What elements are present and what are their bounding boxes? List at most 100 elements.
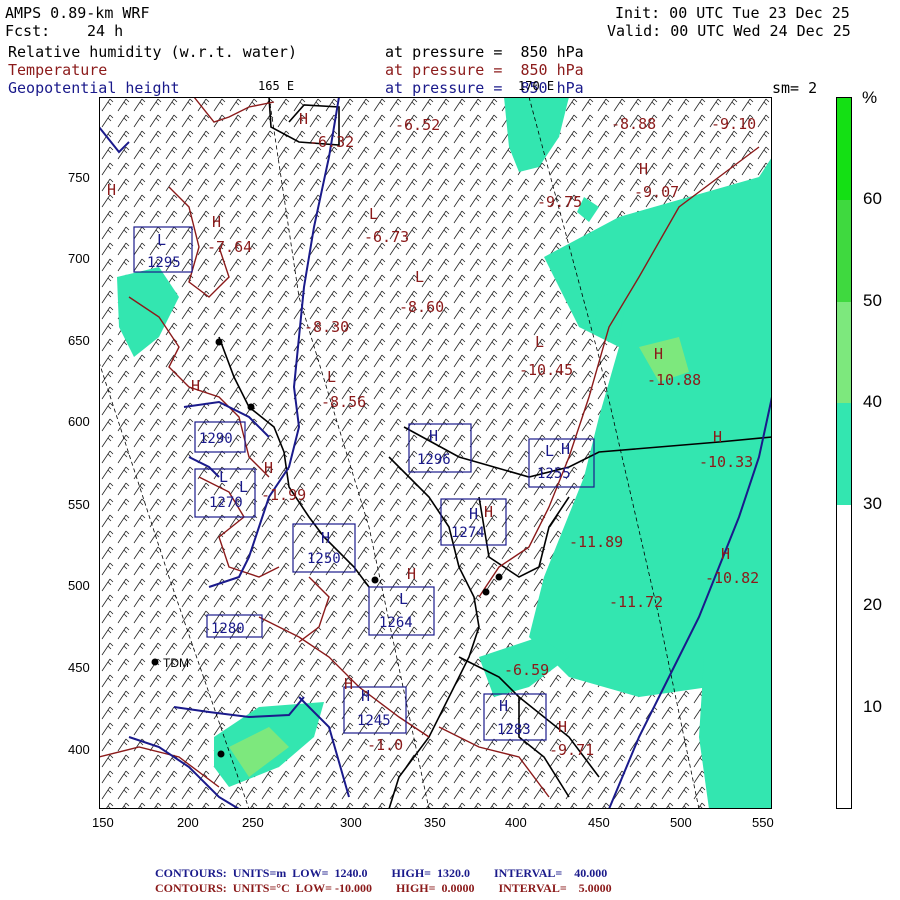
svg-text:H: H [469, 505, 478, 523]
svg-text:L: L [327, 368, 336, 386]
svg-text:H: H [191, 377, 200, 395]
field-rh-level: at pressure = 850 hPa [385, 43, 584, 61]
colorbar-tick: 50 [863, 291, 882, 310]
height-label: 1283 [497, 722, 531, 738]
svg-text:H: H [558, 718, 567, 736]
colorbar-tick: 40 [863, 392, 882, 411]
temp-label: -9.75 [537, 193, 582, 211]
field-height-name: Geopotential height [8, 79, 180, 97]
valid-time: Valid: 00 UTC Wed 24 Dec 25 [607, 22, 851, 40]
svg-text:H: H [429, 427, 438, 445]
height-label: 1250 [307, 551, 341, 567]
y-tick: 700 [68, 251, 90, 266]
footer-height-contours: CONTOURS: UNITS=m LOW= 1240.0 HIGH= 1320… [155, 866, 608, 880]
temp-label: -10.88 [647, 371, 701, 389]
forecast-label: Fcst: [5, 22, 51, 40]
temp-label: -9.07 [634, 183, 679, 201]
svg-text:L: L [399, 590, 408, 608]
svg-text:L: L [219, 468, 228, 486]
x-tick: 350 [424, 815, 446, 830]
y-tick: 450 [68, 660, 90, 675]
svg-text:H: H [107, 181, 116, 199]
temp-label: -6.32 [309, 133, 354, 151]
svg-text:L: L [369, 205, 378, 223]
temp-label: -10.45 [519, 361, 573, 379]
colorbar-tick: 20 [863, 595, 882, 614]
footer-temperature-contours: CONTOURS: UNITS=°C LOW= -10.000 HIGH= 0.… [155, 881, 612, 895]
colorbar-tick: 10 [863, 697, 882, 716]
svg-text:H: H [264, 459, 273, 477]
temp-label: -1.99 [261, 486, 306, 504]
meridian-left-label: 165 E [258, 79, 295, 93]
svg-text:H: H [561, 440, 570, 458]
forecast-hour: 24 h [87, 22, 124, 40]
colorbar-segment-40-50 [836, 302, 852, 403]
field-rh-name: Relative humidity (w.r.t. water) [8, 43, 297, 61]
temp-label: -6.52 [395, 116, 440, 134]
svg-text:H: H [639, 160, 648, 178]
temp-label: -11.72 [609, 593, 663, 611]
rh-colorbar [836, 97, 852, 809]
x-tick: 150 [92, 815, 114, 830]
temp-label: -6.59 [504, 661, 549, 679]
svg-text:H: H [499, 697, 508, 715]
height-label: 1296 [417, 452, 451, 468]
x-tick: 250 [242, 815, 264, 830]
init-time: Init: 00 UTC Tue 23 Dec 25 [615, 4, 850, 22]
height-label: 1295 [147, 255, 181, 271]
model-title: AMPS 0.89-km WRF [5, 4, 150, 22]
height-label: 1280 [211, 621, 245, 637]
height-label: 1255 [537, 466, 571, 482]
field-temp-name: Temperature [8, 61, 108, 79]
colorbar-segment-0-30 [836, 505, 852, 809]
height-label: 1274 [451, 525, 485, 541]
temp-label: -6.73 [364, 228, 409, 246]
svg-text:H: H [721, 545, 730, 563]
field-temp-level: at pressure = 850 hPa [385, 61, 584, 79]
y-tick: 400 [68, 742, 90, 757]
x-tick: 550 [752, 815, 774, 830]
amps-wrf-chart: { "header": { "model": "AMPS 0.89-km WRF… [0, 0, 900, 900]
svg-text:L: L [157, 231, 166, 249]
station-label-tdm: TDM [163, 656, 189, 670]
svg-text:H: H [299, 110, 308, 128]
svg-text:L: L [239, 478, 248, 496]
height-label: 1264 [379, 615, 413, 631]
temp-label: -11.89 [569, 533, 623, 551]
y-tick: 500 [68, 578, 90, 593]
svg-text:L: L [535, 333, 544, 351]
x-tick: 200 [177, 815, 199, 830]
colorbar-segment-50-60 [836, 200, 852, 302]
colorbar-segment-30-40 [836, 403, 852, 505]
smoothing-label: sm= 2 [772, 79, 818, 97]
svg-text:H: H [361, 687, 370, 705]
svg-text:H: H [654, 345, 663, 363]
temp-label: -8.60 [399, 298, 444, 316]
x-tick: 500 [670, 815, 692, 830]
svg-text:H: H [344, 675, 353, 693]
meridian-right-label: 170 E [518, 79, 555, 93]
colorbar-tick: 30 [863, 494, 882, 513]
svg-text:L: L [545, 442, 554, 460]
colorbar-tick: 60 [863, 189, 882, 208]
height-label: 1290 [199, 431, 233, 447]
temp-label: -7.64 [207, 238, 252, 256]
y-tick: 550 [68, 497, 90, 512]
svg-text:H: H [407, 565, 416, 583]
x-tick: 450 [588, 815, 610, 830]
temp-label: -9.10 [711, 115, 756, 133]
svg-text:H: H [321, 529, 330, 547]
colorbar-segment-60-70 [836, 97, 852, 200]
x-tick: 400 [505, 815, 527, 830]
temp-label: -8.88 [611, 115, 656, 133]
temp-label: -8.56 [321, 393, 366, 411]
svg-text:H: H [484, 503, 493, 521]
height-label: 1245 [357, 713, 391, 729]
colorbar-unit: % [862, 88, 878, 107]
y-tick: 650 [68, 333, 90, 348]
temp-label: -10.82 [705, 569, 759, 587]
y-tick: 600 [68, 414, 90, 429]
temp-label: -8.30 [304, 318, 349, 336]
temp-label: -9.71 [549, 741, 594, 759]
temp-label: -10.33 [699, 453, 753, 471]
